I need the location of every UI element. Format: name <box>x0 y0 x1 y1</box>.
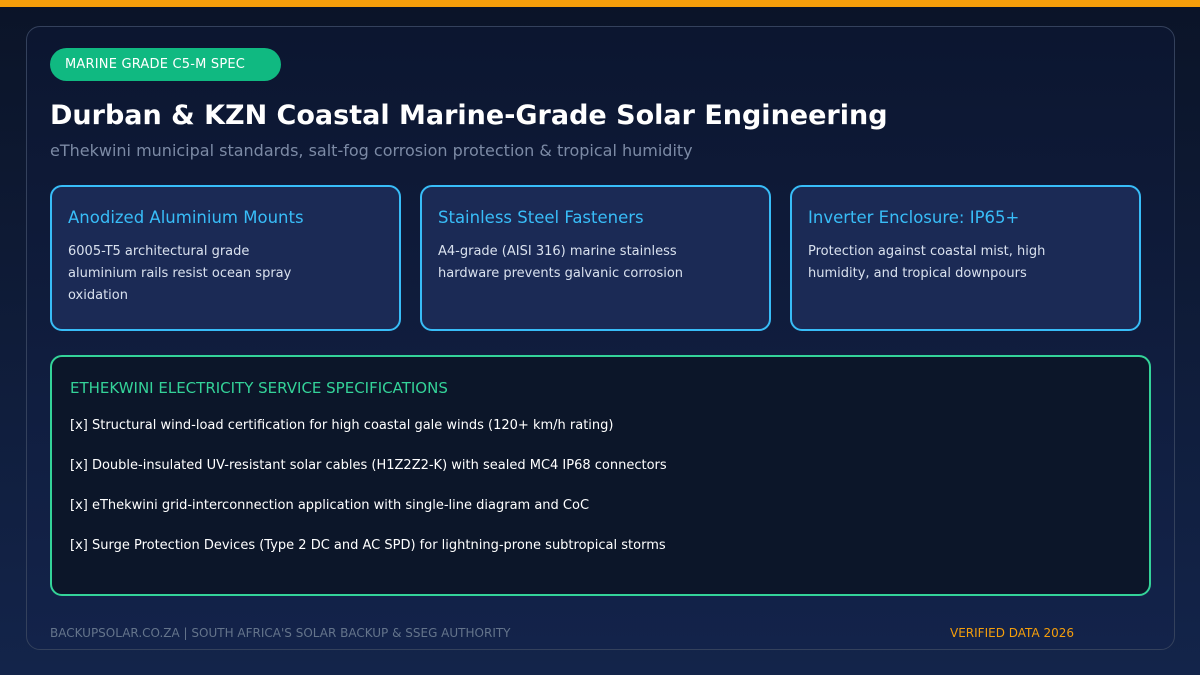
spec-item-grid-interconnection: [x] eThekwini grid-interconnection appli… <box>70 498 590 513</box>
top-accent-bar <box>0 0 1200 7</box>
footer-source: BACKUPSOLAR.CO.ZA | SOUTH AFRICA'S SOLAR… <box>50 626 511 640</box>
card-title: Stainless Steel Fasteners <box>438 208 644 227</box>
specifications-list: [x] Structural wind-load certification f… <box>70 415 1131 575</box>
card-description: 6005-T5 architectural grade aluminium ra… <box>68 244 292 303</box>
card-title: Inverter Enclosure: IP65+ <box>808 208 1020 227</box>
specifications-heading: ETHEKWINI ELECTRICITY SERVICE SPECIFICAT… <box>70 379 448 397</box>
spec-item-surge-protection: [x] Surge Protection Devices (Type 2 DC … <box>70 538 666 553</box>
footer-verified: VERIFIED DATA 2026 <box>950 626 1075 640</box>
page-subtitle: eThekwini municipal standards, salt-fog … <box>50 141 693 160</box>
spec-item-solar-cables: [x] Double-insulated UV-resistant solar … <box>70 458 667 473</box>
spec-item-wind-load: [x] Structural wind-load certification f… <box>70 418 614 433</box>
card-title: Anodized Aluminium Mounts <box>68 208 304 227</box>
page-title: Durban & KZN Coastal Marine-Grade Solar … <box>50 100 888 131</box>
card-stainless-fasteners: Stainless Steel Fasteners A4-grade (AISI… <box>420 185 771 331</box>
specifications-box: ETHEKWINI ELECTRICITY SERVICE SPECIFICAT… <box>50 355 1151 596</box>
spec-badge: MARINE GRADE C5-M SPEC <box>50 48 281 81</box>
card-aluminium-mounts: Anodized Aluminium Mounts 6005-T5 archit… <box>50 185 401 331</box>
card-description: A4-grade (AISI 316) marine stainless har… <box>438 244 684 281</box>
card-description: Protection against coastal mist, high hu… <box>808 244 1046 281</box>
card-inverter-enclosure: Inverter Enclosure: IP65+ Protection aga… <box>790 185 1141 331</box>
